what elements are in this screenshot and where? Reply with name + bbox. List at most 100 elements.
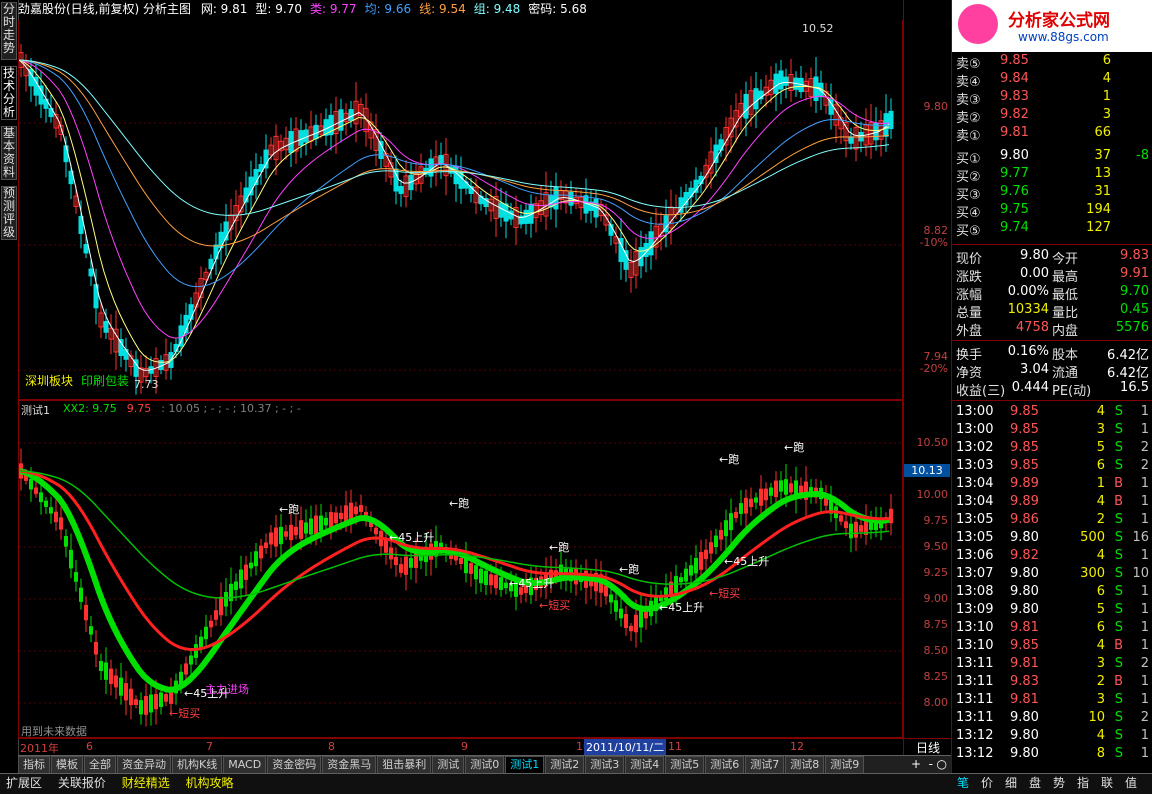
indicator-tab[interactable]: 测试4 <box>625 756 665 774</box>
bid-row[interactable]: 买④ 9.75 194 <box>952 201 1152 221</box>
candle-body <box>274 527 278 547</box>
tick-side: B <box>1114 476 1123 491</box>
site-logo[interactable]: 分析家公式网 www.88gs.com <box>952 0 1152 52</box>
tick-time: 13:06 <box>956 548 994 563</box>
signal-annotation: ←跑 <box>449 496 469 510</box>
ask-row[interactable]: 卖③ 9.83 1 <box>952 88 1152 108</box>
candle-body <box>778 70 784 90</box>
tick-time: 13:02 <box>956 440 994 455</box>
candle-body <box>783 76 789 86</box>
low-label: 7.73 <box>134 378 159 391</box>
candle-body <box>104 662 108 680</box>
indicator-tab[interactable]: 模板 <box>51 756 83 774</box>
axis-label: 9.75 <box>923 514 949 527</box>
tick-volume: 3 <box>1096 656 1105 671</box>
tick-price: 9.81 <box>1010 656 1039 671</box>
bid-row[interactable]: 买② 9.77 13 <box>952 165 1152 185</box>
indicator-tab[interactable]: MACD <box>223 756 267 774</box>
indicator-title: 测试1 <box>21 404 50 417</box>
bottom-tab-extension[interactable]: 扩展区 <box>0 774 48 792</box>
tick-time: 13:12 <box>956 746 994 761</box>
indicator-tab[interactable]: 测试1 <box>505 756 545 774</box>
axis-label: 9.50 <box>923 540 949 553</box>
indicator-tab[interactable]: 测试9 <box>825 756 865 774</box>
ask-row[interactable]: 卖① 9.81 66 <box>952 124 1152 144</box>
candle-body <box>749 498 753 508</box>
indicator-tab[interactable]: 测试6 <box>705 756 745 774</box>
bid-volume: 37 <box>1094 148 1111 163</box>
bid-row[interactable]: 买③ 9.76 31 <box>952 183 1152 203</box>
indicator-tab[interactable]: 测试2 <box>545 756 585 774</box>
sector-note[interactable]: 深圳板块 <box>25 372 73 389</box>
tick-side: S <box>1114 422 1123 437</box>
tab-intraday[interactable]: 分时走势 <box>1 2 17 60</box>
axis-label: 8.00 <box>923 696 949 709</box>
tab-fundamentals[interactable]: 基本资料 <box>1 126 17 180</box>
tick-time: 13:04 <box>956 476 994 491</box>
indicator-tab[interactable]: 资金密码 <box>267 756 322 774</box>
axis-label: 10.50 <box>916 436 949 449</box>
indicator-tab[interactable]: 资金异动 <box>117 756 171 774</box>
indicator-chart[interactable]: ←跑 ←跑 ←跑 ←跑 ←跑 ←跑 ←45上升 ←45上升 ←45上升 ←45上升 ←45上升 ←短买… <box>18 400 903 738</box>
indicator-tab[interactable]: 测试7 <box>745 756 785 774</box>
candle-body <box>469 563 473 574</box>
period-label[interactable]: 日线 <box>903 738 952 756</box>
indicator-tab[interactable]: 机构K线 <box>172 756 223 774</box>
right-tab[interactable]: 笔 <box>951 774 975 792</box>
indicator-tab[interactable]: 测试3 <box>585 756 625 774</box>
bottom-tab-related[interactable]: 关联报价 <box>52 774 112 792</box>
indicator-tab[interactable]: 狙击暴利 <box>377 756 432 774</box>
candle-body <box>479 568 483 584</box>
bottom-tab-finance[interactable]: 财经精选 <box>116 774 176 792</box>
candle-body <box>398 186 404 194</box>
tab-rating[interactable]: 预测评级 <box>1 186 17 240</box>
tick-list[interactable]: 13:00 9.85 4 S 1 13:00 9.85 3 S 1 13:02 9.85 5 S 2 13:0… <box>952 400 1152 773</box>
tab-technical[interactable]: 技术分析 <box>1 66 17 120</box>
ask-row[interactable]: 卖④ 9.84 4 <box>952 70 1152 90</box>
bid-row[interactable]: 买① 9.80 37 -8 <box>952 147 1152 167</box>
indicator-tab[interactable]: 指标 <box>18 756 50 774</box>
main-price-chart[interactable]: 10.52 7.73 深圳板块 印刷包装 <box>18 20 903 400</box>
indicator-tab[interactable]: 资金黑马 <box>322 756 377 774</box>
indicator-tab[interactable]: 测试8 <box>785 756 825 774</box>
candle-body <box>739 503 743 514</box>
zoom-in-button[interactable]: + <box>911 757 921 771</box>
indicator-tab[interactable]: 测试 <box>432 756 465 774</box>
indicator-tab[interactable]: 测试5 <box>665 756 705 774</box>
tick-price: 9.85 <box>1010 458 1039 473</box>
ask-row[interactable]: 卖② 9.82 3 <box>952 106 1152 126</box>
bid-row[interactable]: 买⑤ 9.74 127 <box>952 219 1152 239</box>
candle-body <box>709 542 713 554</box>
settings-circle-icon[interactable]: ○ <box>937 757 947 771</box>
ask-row[interactable]: 卖⑤ 9.85 6 <box>952 52 1152 72</box>
right-tab[interactable]: 价 <box>975 774 999 792</box>
candle-body <box>704 549 708 560</box>
candle-body <box>264 542 268 549</box>
industry-note[interactable]: 印刷包装 <box>81 372 129 389</box>
candle-body <box>294 526 298 536</box>
tick-volume: 300 <box>1080 566 1105 581</box>
right-tab[interactable]: 盘 <box>1023 774 1047 792</box>
candle-body <box>759 488 763 506</box>
right-tab[interactable]: 指 <box>1071 774 1095 792</box>
tick-row: 13:11 9.80 10 S 2 <box>952 709 1152 727</box>
right-tab[interactable]: 细 <box>999 774 1023 792</box>
zoom-out-button[interactable]: - <box>929 757 933 771</box>
candle-body <box>428 158 434 177</box>
candle-body <box>889 508 893 524</box>
candle-body <box>503 203 509 222</box>
stat-value: 9.70 <box>1120 284 1149 299</box>
tick-time: 13:05 <box>956 512 994 527</box>
indicator-tab[interactable]: 测试0 <box>465 756 505 774</box>
tick-count: 1 <box>1140 422 1149 437</box>
right-tab[interactable]: 值 <box>1119 774 1143 792</box>
stat-value: 0.16% <box>1007 344 1049 359</box>
right-tab[interactable]: 联 <box>1095 774 1119 792</box>
future-data-note: 用到未来数据 <box>21 725 87 738</box>
candle-body <box>244 564 248 580</box>
current-price-tag: 10.13 <box>904 464 950 477</box>
indicator-tab[interactable]: 全部 <box>84 756 116 774</box>
candle-body <box>88 268 94 277</box>
bottom-tab-institution[interactable]: 机构攻略 <box>180 774 240 792</box>
right-tab[interactable]: 势 <box>1047 774 1071 792</box>
